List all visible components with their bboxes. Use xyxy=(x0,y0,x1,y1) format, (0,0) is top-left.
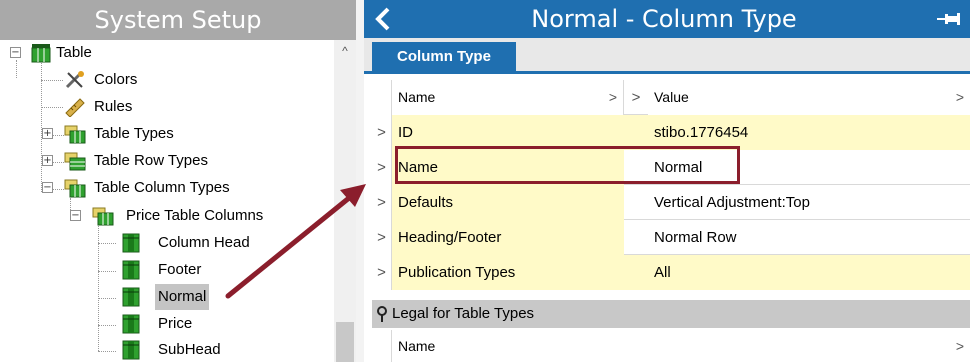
row-expand-icon[interactable]: > xyxy=(372,185,392,220)
table-icon xyxy=(31,44,51,63)
panel-header: Normal - Column Type xyxy=(364,0,970,38)
property-value[interactable]: Normal Row xyxy=(648,220,970,255)
column-icon xyxy=(122,287,140,307)
column-header-value[interactable]: Value > xyxy=(648,80,970,115)
row-spacer xyxy=(624,255,648,290)
chevron-right-icon[interactable]: > xyxy=(609,80,617,115)
legal-grid-header: Name > xyxy=(372,330,970,362)
tools-icon xyxy=(65,71,84,89)
row-expand-icon[interactable]: > xyxy=(372,150,392,185)
scroll-up-icon[interactable]: ^ xyxy=(334,40,356,62)
system-setup-title: System Setup xyxy=(0,0,356,40)
tree-item-table-column-types[interactable]: − Table Column Types xyxy=(0,175,334,201)
back-arrow-icon[interactable] xyxy=(372,5,394,33)
tree-scrollbar[interactable]: ^ xyxy=(334,40,356,362)
row-expand-icon[interactable]: > xyxy=(372,115,392,150)
collapse-icon[interactable]: − xyxy=(70,210,81,221)
tree-item-subhead[interactable]: SubHead xyxy=(0,337,334,362)
tree-item-label: Table Row Types xyxy=(94,152,208,169)
tree-item-label: Table Column Types xyxy=(94,179,230,196)
tree-item-label: Table xyxy=(56,44,92,61)
table-row[interactable]: > Heading/Footer Normal Row xyxy=(372,220,970,255)
pushpin-icon[interactable] xyxy=(376,306,388,322)
tree-item-footer[interactable]: Footer xyxy=(0,257,334,283)
ruler-icon xyxy=(65,98,85,117)
property-name: Heading/Footer xyxy=(392,220,624,255)
grid-header-row: Name > > Value > xyxy=(372,80,970,115)
column-icon xyxy=(122,260,140,280)
tree-item-table[interactable]: − Table xyxy=(0,40,334,66)
row-spacer xyxy=(624,220,648,255)
column-icon xyxy=(122,314,140,334)
legal-column-header-name[interactable]: Name > xyxy=(392,330,970,362)
tree-item-rules[interactable]: Rules xyxy=(0,94,334,120)
row-spacer xyxy=(624,185,648,220)
row-marker xyxy=(372,80,392,115)
column-header-name-label: Name xyxy=(398,89,436,105)
tree-item-table-row-types[interactable]: + Table Row Types xyxy=(0,148,334,174)
annotation-highlight-box xyxy=(395,146,740,184)
tree-item-label: SubHead xyxy=(158,341,221,358)
table-row[interactable]: > ID stibo.1776454 xyxy=(372,115,970,150)
tree-item-table-types[interactable]: + Table Types xyxy=(0,121,334,147)
tree-item-price-table-columns[interactable]: − Price Table Columns xyxy=(0,203,334,229)
table-types-icon xyxy=(64,125,86,144)
setup-tree: − Table Colors Rules + Table Types + Tab… xyxy=(0,40,334,362)
legal-for-table-types-section: Legal for Table Types xyxy=(372,300,970,328)
column-group-icon xyxy=(92,207,114,226)
panel-divider[interactable] xyxy=(356,0,364,362)
tree-item-colors[interactable]: Colors xyxy=(0,67,334,93)
row-expand-icon[interactable]: > xyxy=(372,255,392,290)
table-row[interactable]: > Publication Types All xyxy=(372,255,970,290)
row-spacer xyxy=(624,115,648,150)
legal-column-header-label: Name xyxy=(398,338,436,354)
tree-item-label: Column Head xyxy=(158,234,250,251)
property-value[interactable]: stibo.1776454 xyxy=(648,115,970,150)
legal-section-title: Legal for Table Types xyxy=(392,305,535,322)
scroll-thumb[interactable] xyxy=(336,322,354,362)
chevron-right-icon[interactable]: > xyxy=(956,80,964,115)
row-marker xyxy=(372,330,392,362)
table-column-types-icon xyxy=(64,179,86,198)
tree-item-price[interactable]: Price xyxy=(0,311,334,337)
column-header-value-label: Value xyxy=(654,89,689,105)
table-row-types-icon xyxy=(64,152,86,171)
tab-strip: Column Type xyxy=(364,38,970,74)
chevron-right-icon[interactable]: > xyxy=(624,80,648,115)
tree-item-label-selected: Normal xyxy=(155,284,210,310)
collapse-icon[interactable]: − xyxy=(10,47,21,58)
tree-item-label: Colors xyxy=(94,71,138,88)
tree-item-normal[interactable]: Normal xyxy=(0,284,334,310)
column-icon xyxy=(122,233,140,253)
system-setup-panel: System Setup − Table Colors Rules + Tabl… xyxy=(0,0,356,362)
property-name: ID xyxy=(392,115,624,150)
tree-item-label: Table Types xyxy=(94,125,174,142)
tree-item-label: Price xyxy=(158,315,193,332)
tree-item-label: Price Table Columns xyxy=(126,207,264,224)
tree-item-label: Rules xyxy=(94,98,133,115)
panel-title: Normal - Column Type xyxy=(531,5,797,33)
property-name: Defaults xyxy=(392,185,624,220)
tree-item-label: Footer xyxy=(158,261,202,278)
row-expand-icon[interactable]: > xyxy=(372,220,392,255)
tab-column-type[interactable]: Column Type xyxy=(372,42,516,74)
tree-item-column-head[interactable]: Column Head xyxy=(0,230,334,256)
property-name: Publication Types xyxy=(392,255,624,290)
expand-icon[interactable]: + xyxy=(42,155,53,166)
expand-icon[interactable]: + xyxy=(42,128,53,139)
property-value[interactable]: All xyxy=(648,255,970,290)
table-row[interactable]: > Defaults Vertical Adjustment:Top xyxy=(372,185,970,220)
pin-icon[interactable] xyxy=(936,10,962,28)
property-value[interactable]: Vertical Adjustment:Top xyxy=(648,185,970,220)
chevron-right-icon[interactable]: > xyxy=(956,330,964,362)
column-icon xyxy=(122,340,140,360)
column-header-name[interactable]: Name > xyxy=(392,80,624,115)
collapse-icon[interactable]: − xyxy=(42,182,53,193)
